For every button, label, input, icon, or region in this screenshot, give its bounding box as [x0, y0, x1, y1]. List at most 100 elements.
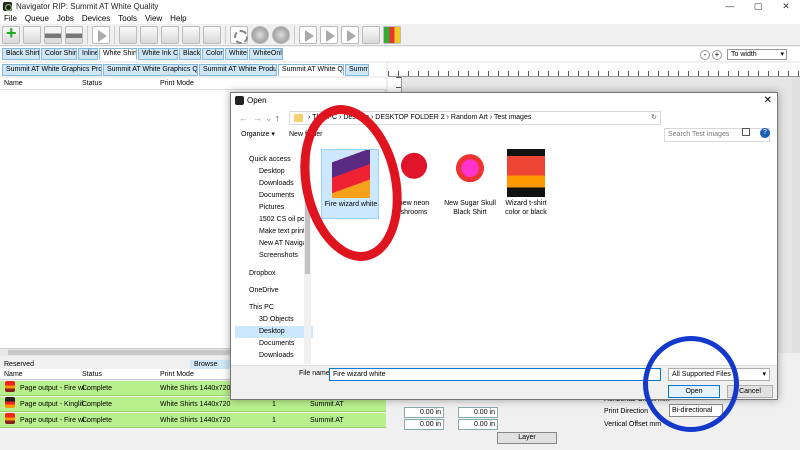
send-icon[interactable]: [341, 25, 359, 44]
tab-black[interactable]: Black: [179, 48, 201, 60]
layer-button[interactable]: Layer: [497, 432, 557, 444]
nav-item-folder[interactable]: New AT Navigat: [235, 238, 313, 250]
refresh-icon[interactable]: ↻: [651, 112, 657, 124]
tab-white[interactable]: White: [225, 48, 248, 60]
copies-icon[interactable]: [161, 25, 179, 44]
column-print-mode[interactable]: Print Mode: [160, 78, 194, 90]
offset-field[interactable]: 0.00 in: [404, 419, 444, 430]
app-logo-icon: [3, 2, 12, 11]
pause-icon[interactable]: [251, 25, 269, 44]
close-window-button[interactable]: ✕: [772, 0, 800, 13]
menu-help[interactable]: Help: [166, 13, 190, 24]
tab-reserved[interactable]: Reserved: [0, 360, 190, 369]
layout-icon[interactable]: [119, 25, 137, 44]
computer-icon: [238, 304, 246, 312]
nav-item-label: Make text print r: [259, 228, 310, 235]
column-status[interactable]: Status: [82, 369, 102, 380]
next-icon[interactable]: [320, 25, 338, 44]
stop-icon[interactable]: [272, 25, 290, 44]
tab-white-ink-only[interactable]: White Ink Only: [138, 48, 178, 60]
view-options-icon[interactable]: [742, 128, 750, 136]
file-item-new-sugar-skull-black-shirt[interactable]: New Sugar Skull Black Shirt: [441, 149, 499, 219]
nav-item-pictures[interactable]: Pictures: [235, 202, 313, 214]
nav-item-label: Pictures: [259, 204, 285, 211]
nav-item-this-pc[interactable]: This PC: [235, 302, 313, 314]
settings-icon[interactable]: [230, 25, 248, 44]
column-name[interactable]: Name: [4, 369, 23, 380]
tab-browse[interactable]: Browse: [190, 360, 230, 369]
nav-item-documents[interactable]: Documents: [235, 190, 313, 202]
open-file-icon[interactable]: [23, 25, 41, 44]
toolbar-divider: [87, 25, 88, 44]
forward-arrow-icon[interactable]: →: [253, 110, 262, 126]
tab-inline[interactable]: Inline: [78, 48, 98, 60]
nav-item-label: Documents: [259, 340, 295, 347]
nav-item-dropbox[interactable]: Dropbox: [235, 268, 313, 280]
tab-color[interactable]: Color: [202, 48, 224, 60]
tab-graphics-quality[interactable]: Summit AT White Graphics Quality: [103, 64, 198, 76]
back-arrow-icon[interactable]: ←: [239, 110, 248, 126]
file-item-wizard-t-shirt-color-or-black[interactable]: Wizard t-shirt color or black: [497, 149, 555, 219]
help-icon[interactable]: ?: [760, 128, 770, 138]
print-all-icon[interactable]: [65, 25, 83, 44]
nav-item-desktop-selected[interactable]: Desktop: [235, 326, 313, 338]
nest-icon[interactable]: [362, 25, 380, 44]
table-row[interactable]: Page output - Fire wi... Complete White …: [0, 413, 386, 428]
menu-devices[interactable]: Devices: [78, 13, 114, 24]
play-icon[interactable]: [299, 25, 317, 44]
nav-item-label: 1502 CS oil poin: [259, 216, 311, 223]
offset-field[interactable]: 0.00 in: [458, 407, 498, 418]
nav-item-documents[interactable]: Documents: [235, 338, 313, 350]
vertical-scrollbar[interactable]: [792, 77, 800, 352]
column-name[interactable]: Name: [4, 78, 23, 90]
menu-tools[interactable]: Tools: [114, 13, 141, 24]
nav-item-folder[interactable]: Make text print r: [235, 226, 313, 238]
nav-item-folder[interactable]: 1502 CS oil poin: [235, 214, 313, 226]
printer-status-icon[interactable]: [383, 25, 401, 44]
transform-icon[interactable]: [182, 25, 200, 44]
tab-white-only[interactable]: WhiteOnly: [249, 48, 283, 60]
breadcrumb-random-art[interactable]: Random Art: [451, 114, 488, 121]
delete-job-icon[interactable]: [203, 25, 221, 44]
breadcrumb-test-images[interactable]: Test images: [494, 114, 531, 121]
folder-icon: [248, 228, 256, 236]
job-status: Complete: [82, 417, 112, 424]
up-arrow-icon[interactable]: ↑: [275, 110, 280, 126]
tab-black-shirts[interactable]: Black Shirts: [2, 48, 40, 60]
zoom-in-button[interactable]: +: [712, 49, 722, 60]
zoom-out-button[interactable]: -: [700, 49, 710, 60]
offset-field[interactable]: 0.00 in: [404, 407, 444, 418]
offset-field[interactable]: 0.00 in: [458, 419, 498, 430]
file-label: New Sugar Skull Black Shirt: [444, 200, 496, 216]
column-status[interactable]: Status: [82, 78, 102, 90]
print-icon[interactable]: [44, 25, 62, 44]
tab-graphics-production[interactable]: Summit AT White Graphics Production: [2, 64, 102, 76]
organize-button[interactable]: Organize ▾: [241, 128, 275, 142]
file-name-label: File name:: [299, 370, 332, 377]
tab-production[interactable]: Summit AT White Production: [199, 64, 277, 76]
nav-item-screenshots[interactable]: Screenshots: [235, 250, 313, 262]
breadcrumb-desktop-folder-2[interactable]: DESKTOP FOLDER 2: [375, 114, 444, 121]
column-print-mode[interactable]: Print Mode: [160, 369, 194, 380]
maximize-button[interactable]: ▢: [744, 0, 772, 13]
tab-quality[interactable]: Summit AT White Quality: [278, 64, 344, 76]
close-icon[interactable]: ✕: [764, 93, 772, 108]
tab-color-shirts[interactable]: Color Shirts: [41, 48, 77, 60]
nav-item-downloads[interactable]: Downloads: [235, 350, 313, 362]
align-icon[interactable]: [140, 25, 158, 44]
minimize-button[interactable]: —: [716, 0, 744, 13]
move-up-icon[interactable]: [92, 25, 110, 44]
menu-jobs[interactable]: Jobs: [53, 13, 78, 24]
tab-summit[interactable]: Summit: [345, 64, 369, 76]
chevron-down-icon[interactable]: ⌄: [265, 110, 273, 126]
tab-white-shirts[interactable]: White Shirts: [99, 48, 137, 60]
toolbar-divider: [114, 25, 115, 44]
menu-view[interactable]: View: [141, 13, 166, 24]
nav-item-onedrive[interactable]: OneDrive: [235, 285, 313, 297]
zoom-select[interactable]: To width: [727, 49, 787, 60]
queue-tabs: Black Shirts Color Shirts Inline White S…: [0, 47, 800, 61]
file-name-input[interactable]: Fire wizard white: [329, 368, 661, 381]
nav-item-3d-objects[interactable]: 3D Objects: [235, 314, 313, 326]
add-job-icon[interactable]: [2, 23, 20, 44]
menu-queue[interactable]: Queue: [21, 13, 53, 24]
